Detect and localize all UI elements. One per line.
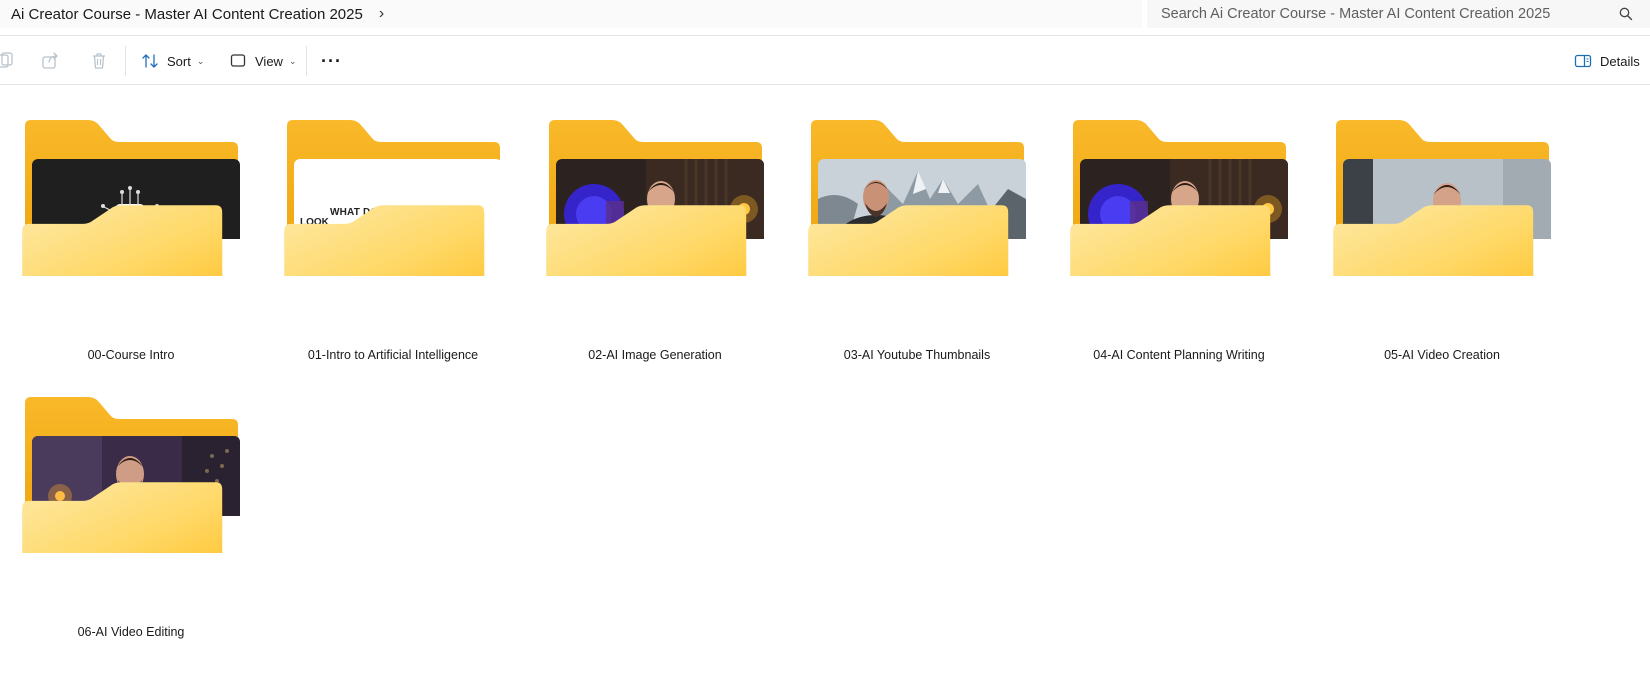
chevron-right-icon[interactable]: ›: [379, 5, 384, 23]
folder-item[interactable]: 06-AI Video Editing: [0, 363, 240, 639]
folder-name[interactable]: 01-Intro to Artificial Intelligence: [255, 348, 531, 362]
folder-name[interactable]: 00-Course Intro: [0, 348, 269, 362]
breadcrumb[interactable]: Ai Creator Course - Master AI Content Cr…: [0, 0, 1142, 28]
folder-front-icon: [22, 205, 223, 276]
copy-icon[interactable]: [0, 51, 14, 71]
search-placeholder: Search Ai Creator Course - Master AI Con…: [1161, 6, 1551, 22]
toolbar-divider: [125, 46, 126, 76]
details-button[interactable]: Details: [1574, 49, 1640, 73]
folder-name[interactable]: 03-AI Youtube Thumbnails: [779, 348, 1055, 362]
folder-item[interactable]: 03-AI Youtube Thumbnails: [786, 86, 1026, 362]
folder-name[interactable]: 06-AI Video Editing: [0, 625, 269, 639]
folder-item[interactable]: 04-AI Content Planning Writing: [1048, 86, 1288, 362]
folder-front-icon: [808, 205, 1009, 276]
folder-item[interactable]: 02-AI Image Generation: [524, 86, 764, 362]
folder-name[interactable]: 04-AI Content Planning Writing: [1041, 348, 1317, 362]
folder-name[interactable]: 05-AI Video Creation: [1304, 348, 1580, 362]
address-bar: Ai Creator Course - Master AI Content Cr…: [0, 0, 1650, 36]
folder-item[interactable]: 05-AI Video Creation: [1311, 86, 1551, 362]
details-label: Details: [1600, 53, 1640, 69]
delete-icon[interactable]: [89, 51, 109, 71]
view-icon: [230, 54, 246, 67]
folder-item[interactable]: WHAT DOES THE FUTURE LOOK 01-Intro to Ar…: [262, 86, 502, 362]
folder-front-icon: [1333, 205, 1534, 276]
sort-icon: [142, 54, 158, 68]
sort-label: Sort: [167, 53, 191, 69]
search-icon[interactable]: [1618, 6, 1634, 22]
search-input[interactable]: Search Ai Creator Course - Master AI Con…: [1147, 0, 1650, 28]
folder-front-icon: [22, 482, 223, 553]
view-label: View: [255, 53, 283, 69]
folder-front-icon: [546, 205, 747, 276]
folder-item[interactable]: AI 00-Course Intro: [0, 86, 240, 362]
folder-front-icon: [284, 205, 485, 276]
more-icon: ···: [321, 50, 342, 71]
chevron-down-icon: ⌄: [288, 55, 297, 66]
chevron-down-icon: ⌄: [196, 55, 205, 66]
folder-front-icon: [1070, 205, 1271, 276]
toolbar-divider: [306, 46, 307, 76]
folder-name[interactable]: 02-AI Image Generation: [517, 348, 793, 362]
view-button[interactable]: View ⌄: [229, 49, 297, 73]
share-icon[interactable]: [40, 51, 60, 71]
sort-button[interactable]: Sort ⌄: [141, 49, 204, 73]
file-grid: AI 00-Course Intro WHAT DOES THE FUTURE …: [0, 86, 1650, 697]
breadcrumb-current-folder[interactable]: Ai Creator Course - Master AI Content Cr…: [11, 6, 363, 23]
command-bar: Sort ⌄ View ⌄ ··· Details: [0, 37, 1650, 85]
details-pane-icon: [1574, 54, 1592, 68]
more-options-button[interactable]: ···: [321, 49, 342, 73]
